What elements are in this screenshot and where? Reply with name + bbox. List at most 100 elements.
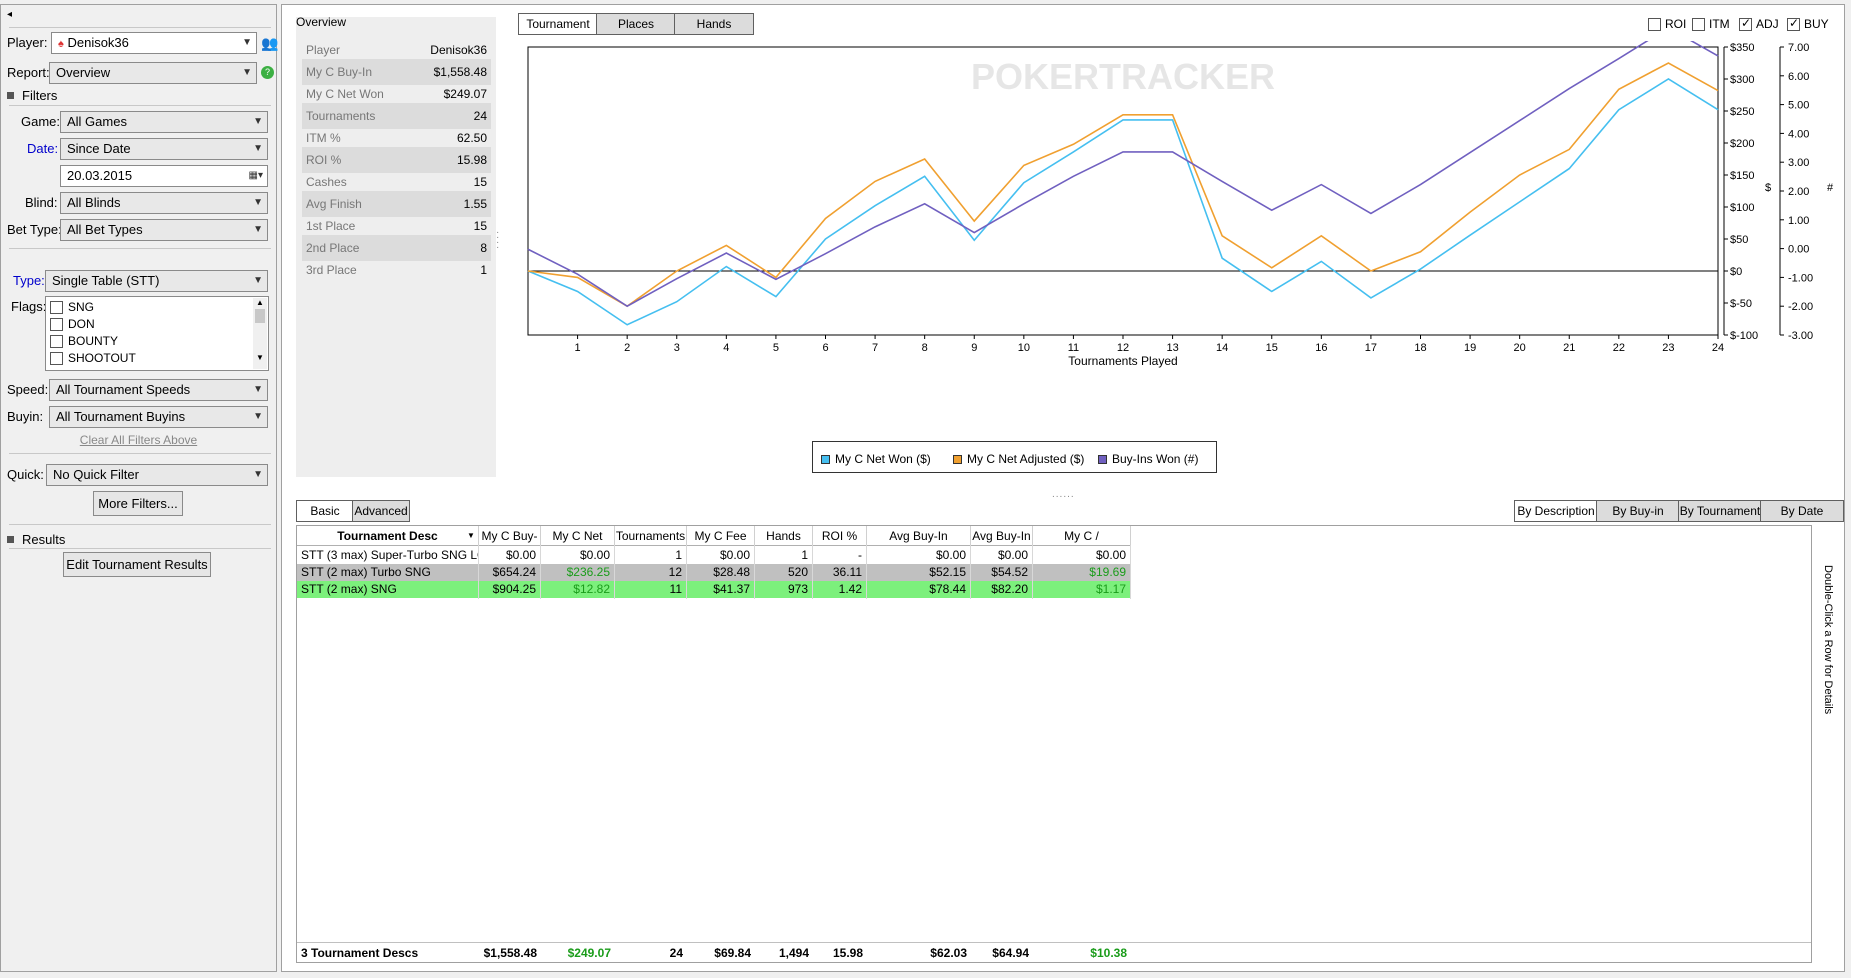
checkbox[interactable] [50, 351, 63, 365]
itm-checkbox[interactable]: ITM [1692, 17, 1730, 31]
tab-by-description[interactable]: By Description [1514, 500, 1598, 522]
results-section-header[interactable]: Results [7, 532, 65, 547]
checkbox[interactable] [50, 300, 63, 314]
x-axis-label: Tournaments Played [1068, 354, 1177, 368]
type-select[interactable]: Single Table (STT) ▼ [45, 270, 268, 292]
roi-checkbox[interactable]: ROI [1648, 17, 1686, 31]
speed-select[interactable]: All Tournament Speeds ▼ [49, 379, 268, 401]
player-select[interactable]: ♠ Denisok36 ▼ [51, 32, 257, 54]
column-header[interactable]: My C Net Won [541, 526, 615, 563]
blind-label: Blind: [25, 195, 58, 210]
checkbox[interactable] [1648, 17, 1661, 31]
y-tick-label-left: $-50 [1730, 298, 1752, 310]
y-tick-label-right: 1.00 [1788, 215, 1809, 227]
collapse-icon [7, 92, 14, 99]
column-header[interactable]: Avg Buy-In [867, 526, 971, 546]
more-filters-button[interactable]: More Filters... [93, 491, 183, 516]
player-search-icon[interactable]: 👥 [261, 35, 278, 52]
x-tick-label: 1 [575, 342, 581, 354]
column-header[interactable]: ROI % [813, 526, 867, 546]
help-icon[interactable]: ? [261, 66, 274, 79]
flag-sng[interactable]: SNG [50, 300, 94, 314]
x-tick-label: 22 [1613, 342, 1625, 354]
speed-label: Speed: [7, 382, 49, 397]
y-tick-label-right: -1.00 [1788, 272, 1813, 284]
edit-tournament-results-button[interactable]: Edit Tournament Results [63, 552, 211, 577]
flags-label: Flags: [11, 299, 47, 314]
tab-advanced[interactable]: Advanced [352, 500, 410, 522]
checkbox[interactable] [1739, 16, 1752, 31]
tab-places[interactable]: Places [596, 13, 676, 35]
game-value: All Games [67, 114, 127, 129]
tab-by-buyin[interactable]: By Buy-in [1596, 500, 1680, 522]
column-header[interactable]: Avg Buy-In [971, 526, 1033, 546]
scroll-up-icon[interactable]: ▲ [253, 298, 267, 307]
splitter-handle[interactable]: · · · · [496, 228, 499, 253]
buy-checkbox[interactable]: BUY [1787, 16, 1829, 31]
table-cell: 973 [755, 579, 813, 599]
overview-key: 3rd Place [306, 263, 357, 277]
type-label[interactable]: Type: [13, 273, 45, 288]
column-header[interactable]: Hands [755, 526, 813, 546]
bettype-select[interactable]: All Bet Types ▼ [60, 219, 268, 241]
overview-row: 3rd Place 1 [302, 257, 491, 283]
checkbox[interactable] [1692, 17, 1705, 31]
column-header[interactable]: My C Buy-In [479, 526, 541, 563]
x-tick-label: 19 [1464, 342, 1476, 354]
flag-don[interactable]: DON [50, 317, 95, 331]
calendar-icon[interactable]: ▦▾ [249, 166, 263, 186]
legend-swatch [1098, 454, 1107, 464]
collapse-arrow-icon[interactable]: ◂ [7, 9, 12, 20]
x-tick-label: 2 [624, 342, 630, 354]
blind-select[interactable]: All Blinds ▼ [60, 192, 268, 214]
adj-checkbox[interactable]: ADJ [1739, 16, 1779, 31]
checkbox-label: ADJ [1756, 17, 1779, 31]
totals-cell: $249.07 [567, 946, 611, 960]
report-select[interactable]: Overview ▼ [49, 62, 257, 84]
date-label[interactable]: Date: [27, 141, 58, 156]
game-select[interactable]: All Games ▼ [60, 111, 268, 133]
quick-filter-select[interactable]: No Quick Filter ▼ [46, 464, 268, 486]
checkbox[interactable] [50, 334, 63, 348]
x-tick-label: 21 [1563, 342, 1575, 354]
column-header[interactable]: Tournaments [615, 526, 687, 546]
table-row[interactable]: STT (2 max) SNG $904.25 $12.82 11 $41.37 973 1… [297, 579, 1131, 599]
flags-scrollbar[interactable]: ▲ ▼ [253, 298, 267, 369]
legend-label: Buy-Ins Won (#) [1112, 452, 1199, 466]
checkbox[interactable] [1787, 16, 1800, 31]
chevron-down-icon: ▼ [242, 37, 252, 48]
clear-filters-link[interactable]: Clear All Filters Above [1, 433, 276, 447]
y-tick-label-right: 0.00 [1788, 244, 1809, 256]
horizontal-splitter[interactable]: ...... [1052, 489, 1075, 500]
tab-basic[interactable]: Basic [296, 500, 354, 522]
x-tick-label: 12 [1117, 342, 1129, 354]
legend-swatch [821, 454, 830, 464]
column-header[interactable]: Tournament Desc [297, 526, 479, 546]
flag-bounty[interactable]: BOUNTY [50, 334, 118, 348]
buyin-value: All Tournament Buyins [56, 409, 186, 424]
tab-tournament[interactable]: Tournament [518, 13, 598, 35]
column-header[interactable]: My C Fee [687, 526, 755, 546]
quick-label: Quick: [7, 467, 44, 482]
filters-section-header[interactable]: Filters [7, 88, 57, 103]
date-input[interactable]: 20.03.2015 ▦▾ [60, 165, 268, 187]
date-select[interactable]: Since Date ▼ [60, 138, 268, 160]
type-value: Single Table (STT) [52, 273, 160, 288]
table-cell: $1.17 [1033, 579, 1131, 599]
tab-hands[interactable]: Hands [674, 13, 754, 35]
flag-shootout[interactable]: SHOOTOUT [50, 351, 136, 365]
scroll-thumb[interactable] [255, 309, 265, 323]
x-tick-label: 23 [1662, 342, 1674, 354]
legend-label: My C Net Won ($) [835, 452, 931, 466]
chevron-down-icon: ▼ [253, 275, 263, 286]
y-tick-label-left: $300 [1730, 74, 1754, 86]
checkbox[interactable] [50, 317, 63, 331]
tab-by-date[interactable]: By Date [1760, 500, 1844, 522]
scroll-down-icon[interactable]: ▼ [253, 353, 267, 362]
totals-cell: $10.38 [1090, 946, 1127, 960]
tab-by-tournament[interactable]: By Tournament [1678, 500, 1762, 522]
column-header[interactable]: My C / Tournament [1033, 526, 1131, 563]
x-tick-label: 5 [773, 342, 779, 354]
sort-desc-icon[interactable]: ▼ [467, 531, 475, 540]
buyin-select[interactable]: All Tournament Buyins ▼ [49, 406, 268, 428]
